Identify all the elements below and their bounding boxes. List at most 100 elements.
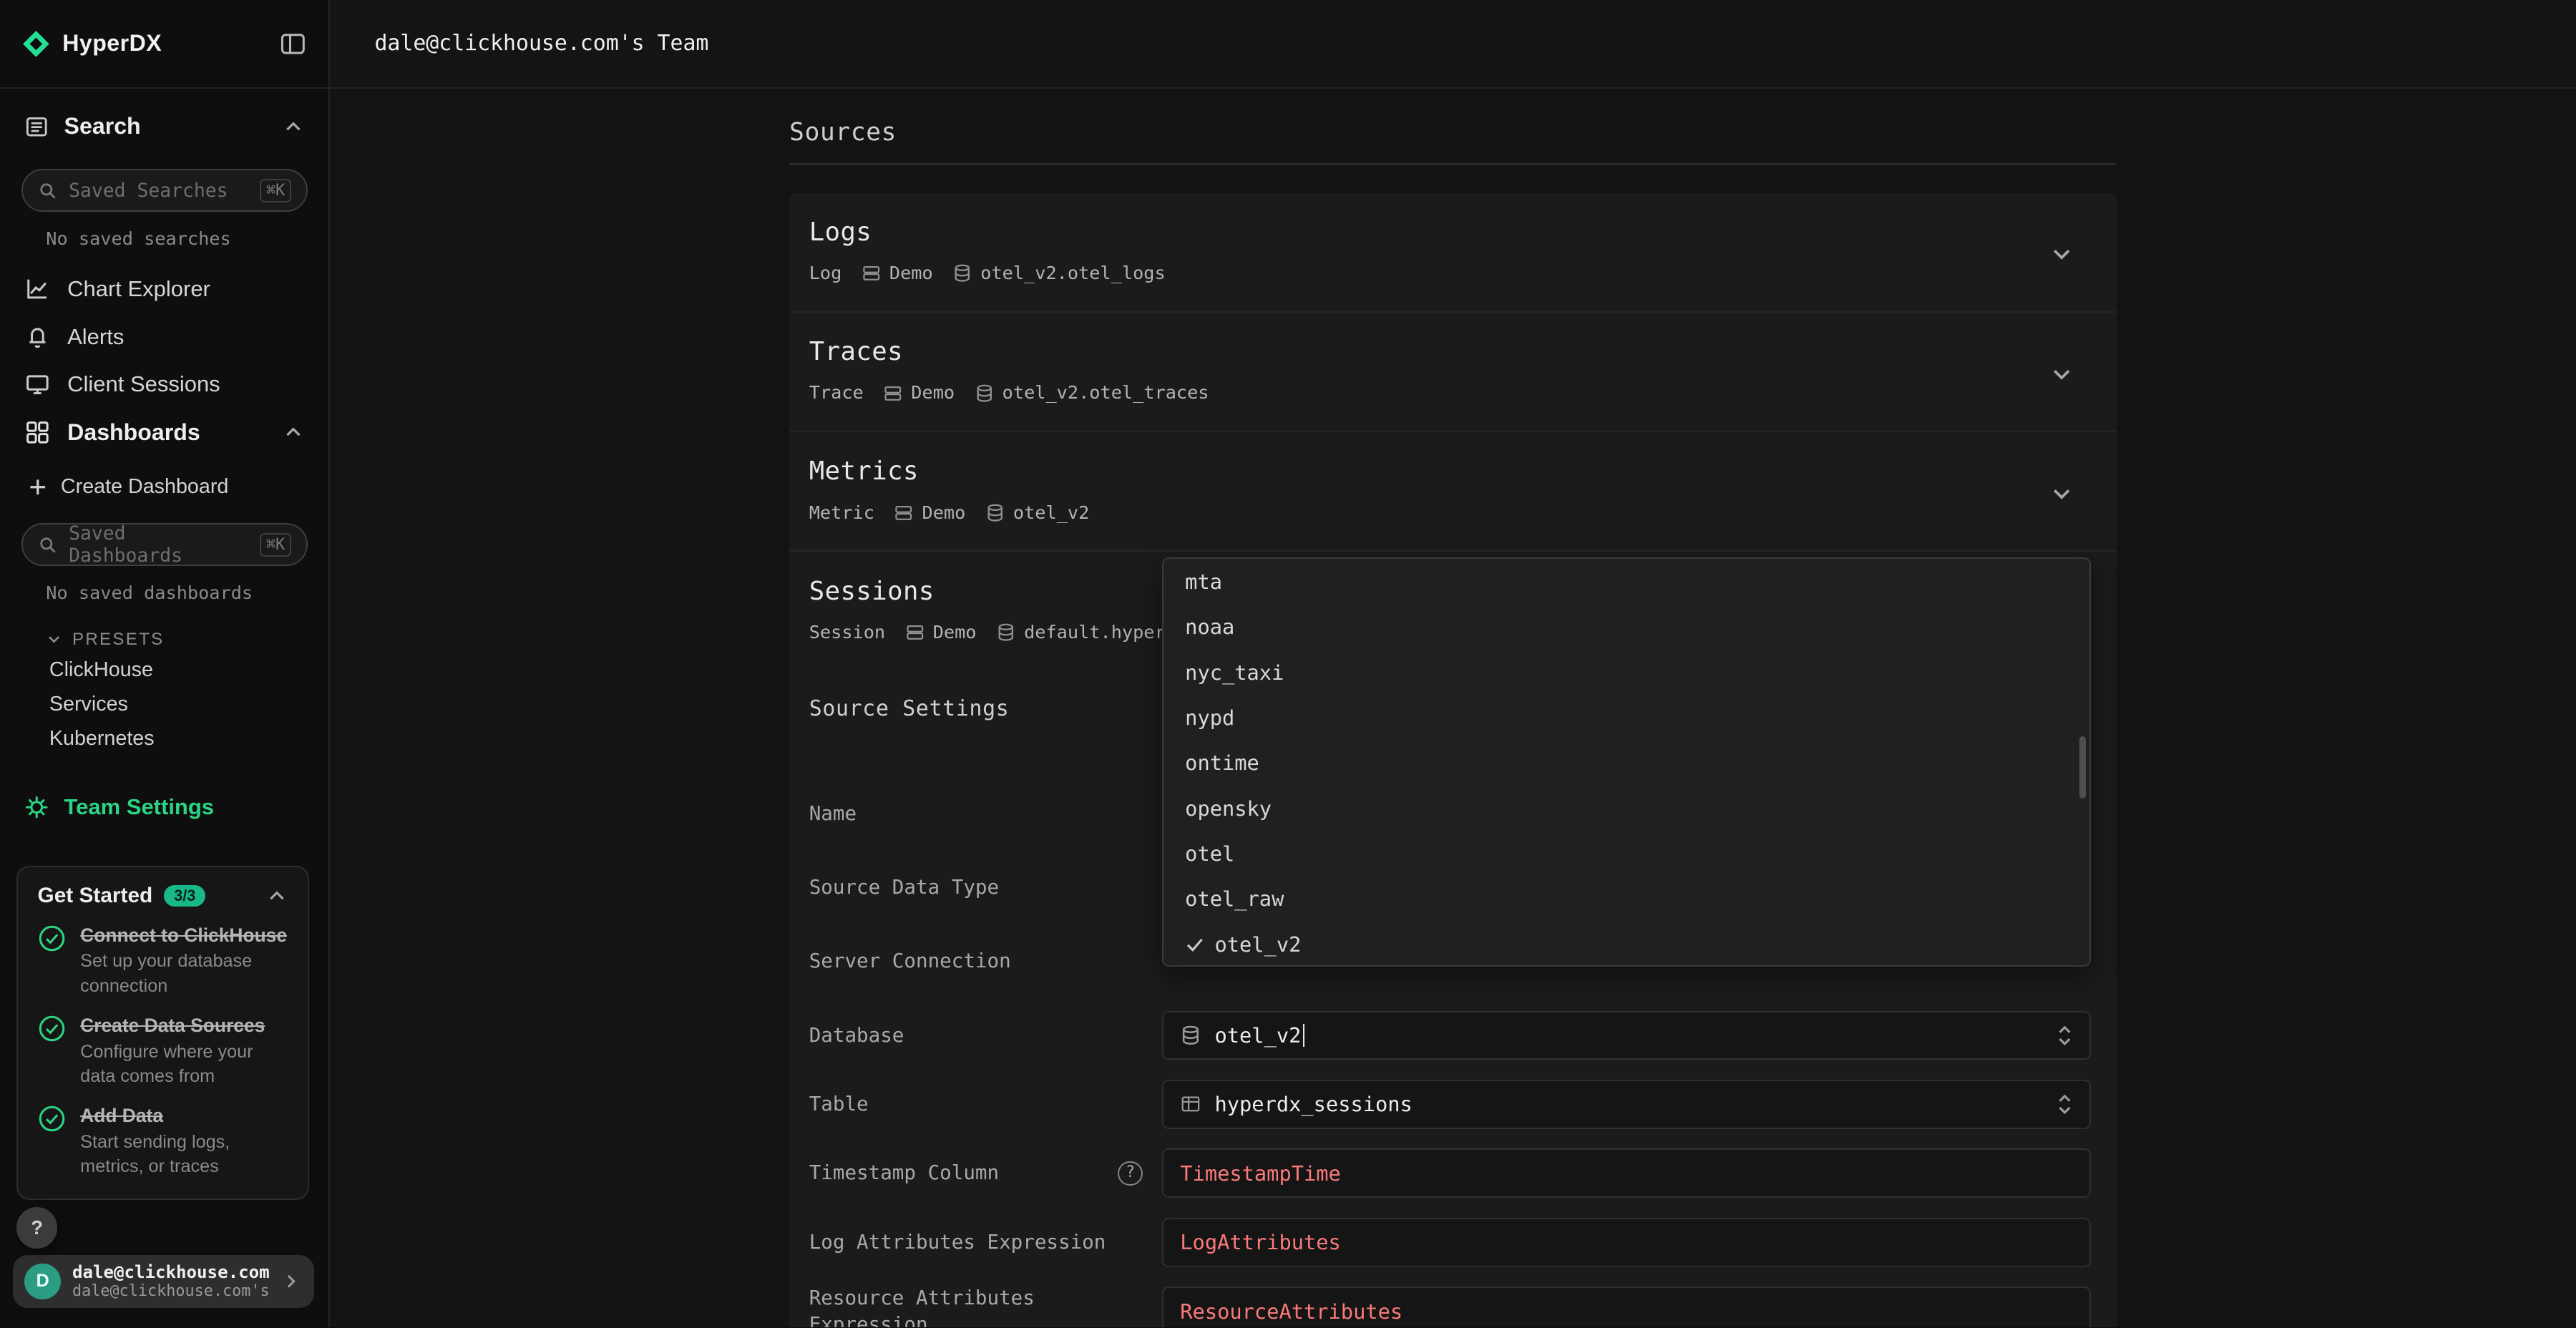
dropdown-option[interactable]: otel <box>1163 831 2089 876</box>
search-icon <box>38 181 58 201</box>
chevron-up-icon <box>283 116 304 137</box>
option-label: otel <box>1185 841 1234 866</box>
create-dashboard-button[interactable]: Create Dashboard <box>0 464 328 510</box>
connection-chip: Demo <box>905 621 977 644</box>
dropdown-option[interactable]: ontime <box>1163 741 2089 786</box>
option-label: otel_v2 <box>1214 932 1301 957</box>
field-label: Log Attributes Expression <box>809 1229 1106 1256</box>
sources-card: Logs Log Demo otel_v2.otel_logs <box>789 193 2117 1328</box>
option-label: otel_raw <box>1185 887 1284 911</box>
resource-attributes-input[interactable]: ResourceAttributes <box>1162 1286 2090 1327</box>
connection-name: Demo <box>889 262 933 285</box>
source-section-metrics[interactable]: Metrics Metric Demo otel_v2 <box>789 432 2117 552</box>
log-attributes-value: LogAttributes <box>1180 1230 1341 1254</box>
table-chip: otel_v2 <box>985 502 1089 524</box>
source-type: Metric <box>809 502 874 524</box>
sidebar-item-team-settings[interactable]: Team Settings <box>0 782 328 831</box>
chevron-down-icon[interactable] <box>2049 482 2074 506</box>
form-row-table: Table hyperdx_sessions <box>809 1080 2091 1129</box>
sidebar-header: HyperDX <box>0 0 328 89</box>
get-started-header[interactable]: Get Started 3/3 <box>38 884 288 908</box>
source-title: Traces <box>809 336 2091 368</box>
form-row-timestamp-column: Timestamp Column ? TimestampTime <box>809 1148 2091 1198</box>
source-type: Trace <box>809 381 864 404</box>
chevron-up-icon <box>283 421 304 443</box>
get-started-item-title: Add Data <box>80 1103 288 1128</box>
get-started-item-desc: Set up your database connection <box>80 949 288 998</box>
timestamp-column-input[interactable]: TimestampTime <box>1162 1148 2090 1198</box>
get-started-item[interactable]: Create Data Sources Configure where your… <box>38 1013 288 1089</box>
no-saved-dashboards-text: No saved dashboards <box>0 582 328 603</box>
database-value: otel_v2 <box>1214 1023 1301 1048</box>
saved-searches-placeholder: Saved Searches <box>69 180 248 202</box>
saved-dashboards-input[interactable]: Saved Dashboards ⌘K <box>21 523 308 566</box>
connection-name: Demo <box>911 381 955 404</box>
database-icon <box>975 384 995 404</box>
preset-label: Kubernetes <box>49 727 155 751</box>
database-icon <box>996 622 1016 643</box>
sidebar: HyperDX Search Saved Searches ⌘K No save… <box>0 0 330 1327</box>
dropdown-option[interactable]: mta <box>1163 559 2089 604</box>
plus-icon <box>28 477 48 497</box>
sidebar-section-search[interactable]: Search <box>0 89 328 165</box>
chart-line-icon <box>24 276 51 303</box>
field-label: Database <box>809 1022 904 1049</box>
saved-dashboards-placeholder: Saved Dashboards <box>69 522 248 567</box>
sidebar-item-clickhouse[interactable]: ClickHouse <box>0 653 328 687</box>
sidebar-item-chart-explorer[interactable]: Chart Explorer <box>0 265 328 313</box>
connection-chip: Demo <box>862 262 933 285</box>
dropdown-option[interactable]: opensky <box>1163 786 2089 831</box>
get-started-card: Get Started 3/3 Connect to ClickHouse Se… <box>16 866 309 1200</box>
divider <box>789 163 2117 165</box>
saved-searches-input[interactable]: Saved Searches ⌘K <box>21 169 308 212</box>
sidebar-item-services[interactable]: Services <box>0 687 328 721</box>
preset-label: ClickHouse <box>49 658 153 682</box>
sidebar-item-kubernetes[interactable]: Kubernetes <box>0 721 328 756</box>
database-icon <box>985 503 1005 523</box>
option-label: mta <box>1185 570 1222 594</box>
dropdown-option[interactable]: nypd <box>1163 695 2089 740</box>
dropdown-option-selected[interactable]: otel_v2 <box>1163 922 2089 967</box>
topbar: dale@clickhouse.com's Team <box>330 0 2576 89</box>
dropdown-option[interactable]: noaa <box>1163 605 2089 650</box>
sidebar-collapse-icon[interactable] <box>280 31 306 57</box>
user-name: dale@clickhouse.com <box>72 1262 270 1282</box>
user-menu[interactable]: D dale@clickhouse.com dale@clickhouse.co… <box>13 1255 313 1307</box>
chevron-down-icon[interactable] <box>2049 362 2074 386</box>
preset-label: Services <box>49 693 128 716</box>
dropdown-scrollbar[interactable] <box>2079 736 2086 799</box>
table-name: otel_v2.otel_logs <box>980 262 1165 285</box>
nav-label: Alerts <box>67 324 124 350</box>
avatar: D <box>24 1264 61 1300</box>
main-area: dale@clickhouse.com's Team Sources Logs … <box>330 0 2576 1327</box>
help-icon[interactable]: ? <box>1118 1161 1142 1186</box>
sidebar-item-client-sessions[interactable]: Client Sessions <box>0 361 328 409</box>
get-started-item[interactable]: Add Data Start sending logs, metrics, or… <box>38 1103 288 1179</box>
option-label: nypd <box>1185 706 1234 730</box>
source-title: Metrics <box>809 455 2091 488</box>
presets-toggle[interactable]: PRESETS <box>0 626 328 653</box>
field-label: Timestamp Column <box>809 1160 999 1186</box>
source-section-logs[interactable]: Logs Log Demo otel_v2.otel_logs <box>789 193 2117 313</box>
source-section-traces[interactable]: Traces Trace Demo otel_v2.otel_traces <box>789 313 2117 432</box>
shortcut-badge: ⌘K <box>260 179 291 203</box>
log-attributes-input[interactable]: LogAttributes <box>1162 1218 2090 1267</box>
get-started-item[interactable]: Connect to ClickHouse Set up your databa… <box>38 923 288 999</box>
table-chip: otel_v2.otel_traces <box>975 381 1209 404</box>
nav-label: Chart Explorer <box>67 276 210 302</box>
sidebar-item-alerts[interactable]: Alerts <box>0 313 328 361</box>
dropdown-option[interactable]: nyc_taxi <box>1163 650 2089 695</box>
monitor-icon <box>24 371 51 398</box>
page-title: dale@clickhouse.com's Team <box>374 31 708 56</box>
table-select[interactable]: hyperdx_sessions <box>1162 1080 2090 1129</box>
database-select[interactable]: otel_v2 <box>1162 1011 2090 1060</box>
get-started-progress-badge: 3/3 <box>164 885 205 907</box>
help-button[interactable]: ? <box>16 1207 57 1248</box>
chevron-down-icon[interactable] <box>2049 242 2074 266</box>
dropdown-option[interactable]: otel_raw <box>1163 877 2089 922</box>
connection-chip: Demo <box>883 381 955 404</box>
field-label: Name <box>809 801 857 827</box>
create-dashboard-label: Create Dashboard <box>61 475 228 499</box>
sidebar-item-dashboards[interactable]: Dashboards <box>0 409 328 456</box>
get-started-item-title: Connect to ClickHouse <box>80 923 288 947</box>
